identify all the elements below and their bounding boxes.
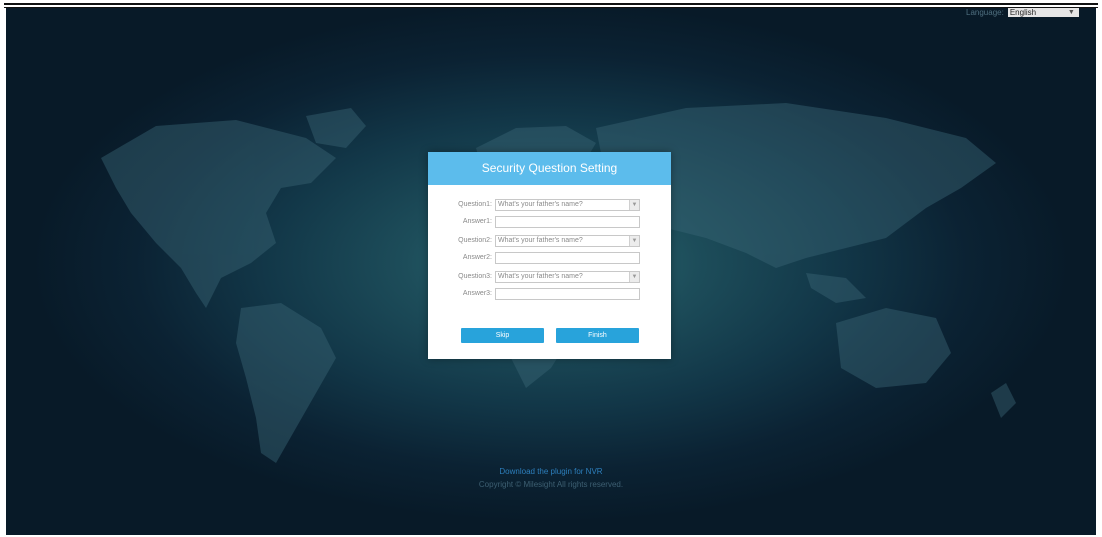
language-bar: Language: English ▼ (966, 8, 1079, 17)
login-background: Language: English ▼ Security Question Se… (6, 8, 1096, 535)
question2-row: Question2: What's your father's name? ▼ (428, 235, 671, 247)
question2-value: What's your father's name? (498, 237, 583, 244)
question2-label: Question2: (458, 237, 492, 244)
chevron-down-icon: ▼ (629, 272, 639, 282)
answer3-label: Answer3: (462, 290, 492, 297)
download-plugin-link[interactable]: Download the plugin for NVR (6, 467, 1096, 476)
chevron-down-icon: ▼ (1067, 9, 1075, 16)
question1-row: Question1: What's your father's name? ▼ (428, 199, 671, 211)
question3-row: Question3: What's your father's name? ▼ (428, 271, 671, 283)
question3-select[interactable]: What's your father's name? ▼ (495, 271, 640, 283)
chevron-down-icon: ▼ (629, 236, 639, 246)
language-label: Language: (966, 8, 1004, 17)
answer1-label: Answer1: (462, 218, 492, 225)
answer2-row: Answer2: (428, 252, 671, 264)
answer1-input[interactable] (495, 216, 640, 228)
security-question-dialog: Security Question Setting Question1: Wha… (428, 152, 671, 359)
answer3-row: Answer3: (428, 288, 671, 300)
answer3-input[interactable] (495, 288, 640, 300)
language-selected-value: English (1009, 8, 1037, 17)
top-border-line (4, 3, 1098, 5)
language-select[interactable]: English ▼ (1007, 8, 1079, 17)
copyright-text: Copyright © Milesight All rights reserve… (478, 480, 624, 489)
chevron-down-icon: ▼ (629, 200, 639, 210)
finish-button[interactable]: Finish (556, 328, 639, 343)
answer1-row: Answer1: (428, 216, 671, 228)
dialog-title: Security Question Setting (428, 152, 671, 185)
answer2-label: Answer2: (462, 254, 492, 261)
question2-select[interactable]: What's your father's name? ▼ (495, 235, 640, 247)
question1-label: Question1: (458, 201, 492, 208)
question1-value: What's your father's name? (498, 201, 583, 208)
question3-value: What's your father's name? (498, 273, 583, 280)
answer2-input[interactable] (495, 252, 640, 264)
question1-select[interactable]: What's your father's name? ▼ (495, 199, 640, 211)
skip-button[interactable]: Skip (461, 328, 544, 343)
question3-label: Question3: (458, 273, 492, 280)
